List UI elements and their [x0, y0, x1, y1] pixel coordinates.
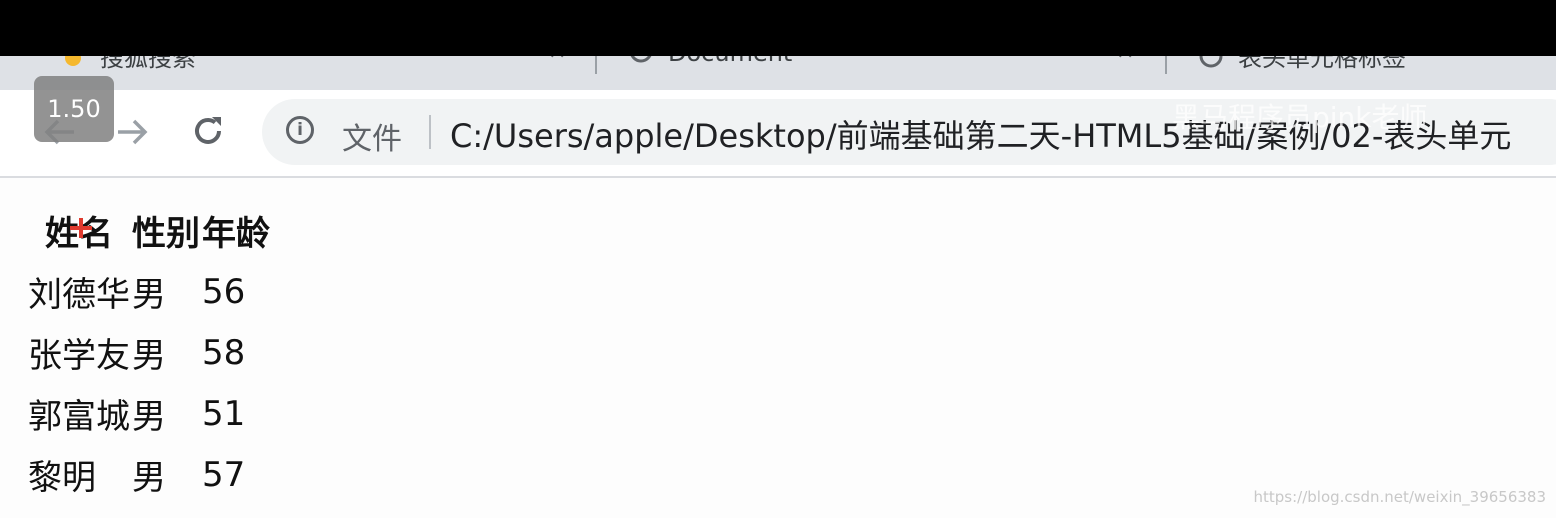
- header-age: 年龄: [202, 214, 270, 254]
- table-row: 张学友 男 58: [28, 322, 270, 383]
- cell-name: 刘德华: [28, 275, 130, 315]
- forward-icon[interactable]: [112, 112, 152, 156]
- people-table: 姓名 性别 年龄 刘德华 男 56 张学友 男 58 郭富城 男 51 黎明 男…: [26, 200, 272, 505]
- paw-icon: [60, 56, 86, 75]
- reload-icon[interactable]: [190, 114, 226, 154]
- cell-gender: 男: [132, 397, 166, 437]
- info-icon[interactable]: i: [286, 116, 314, 144]
- video-top-bar: [0, 0, 1556, 56]
- cell-gender: 男: [132, 275, 166, 315]
- table-row: 刘德华 男 56: [28, 261, 270, 322]
- tab-separator: [595, 56, 597, 74]
- playback-speed-badge[interactable]: 1.50: [34, 76, 114, 142]
- cell-gender: 男: [132, 336, 166, 376]
- watermark-text: 黑马程序员pink老师: [1172, 101, 1428, 134]
- close-tab-icon[interactable]: ✕: [548, 56, 566, 65]
- header-gender: 性别: [132, 214, 200, 254]
- tab-title: Document: [668, 56, 792, 67]
- table-row: 黎明 男 57: [28, 444, 270, 505]
- table-header-row: 姓名 性别 年龄: [28, 200, 270, 261]
- cell-name: 黎明: [28, 458, 96, 498]
- cell-gender: 男: [132, 458, 166, 498]
- tab-separator: [1165, 56, 1167, 74]
- cell-age: 51: [202, 393, 246, 434]
- source-credit: https://blog.csdn.net/weixin_39656383: [1253, 488, 1546, 506]
- file-scheme-label: 文件: [342, 122, 402, 157]
- close-tab-icon[interactable]: ✕: [1116, 56, 1134, 65]
- mouse-cursor-icon: [70, 218, 92, 238]
- tab-table-header[interactable]: 表头单元格标签: [1198, 56, 1406, 78]
- address-separator: [429, 115, 431, 149]
- tab-title: 搜狐搜索: [100, 56, 196, 72]
- tab-title: 表头单元格标签: [1238, 56, 1406, 72]
- cell-name: 张学友: [28, 336, 130, 376]
- tab-document[interactable]: Document ✕: [628, 56, 1134, 78]
- cell-age: 56: [202, 271, 246, 312]
- cell-age: 57: [202, 454, 246, 495]
- cell-name: 郭富城: [28, 397, 130, 437]
- table-row: 郭富城 男 51: [28, 383, 270, 444]
- tab-sohu-search[interactable]: 搜狐搜索 ✕: [60, 56, 566, 78]
- tab-strip: 搜狐搜索 ✕ Document ✕ 表头单元格标签: [0, 56, 1556, 90]
- cell-age: 58: [202, 332, 246, 373]
- globe-icon: [628, 56, 654, 70]
- globe-icon: [1198, 56, 1224, 75]
